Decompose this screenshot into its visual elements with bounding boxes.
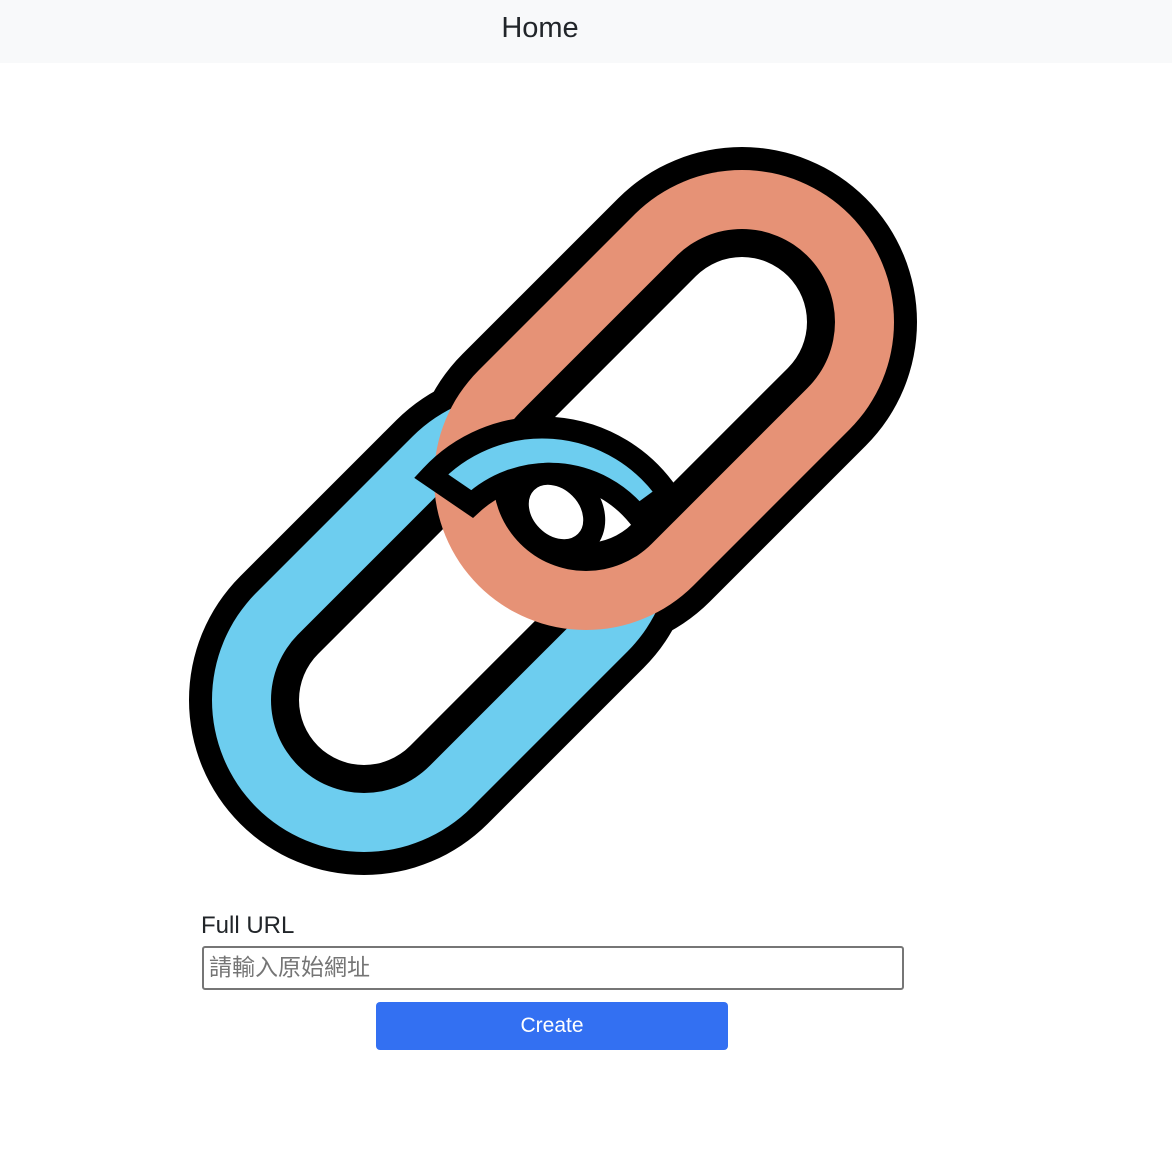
- full-url-label: Full URL: [201, 912, 295, 939]
- chain-link-icon: [189, 147, 917, 875]
- nav-home-link[interactable]: Home: [0, 12, 1080, 45]
- chain-link-logo: [176, 134, 930, 888]
- full-url-input[interactable]: [202, 946, 904, 990]
- navbar: Home: [0, 0, 1172, 63]
- create-button[interactable]: Create: [376, 1002, 728, 1050]
